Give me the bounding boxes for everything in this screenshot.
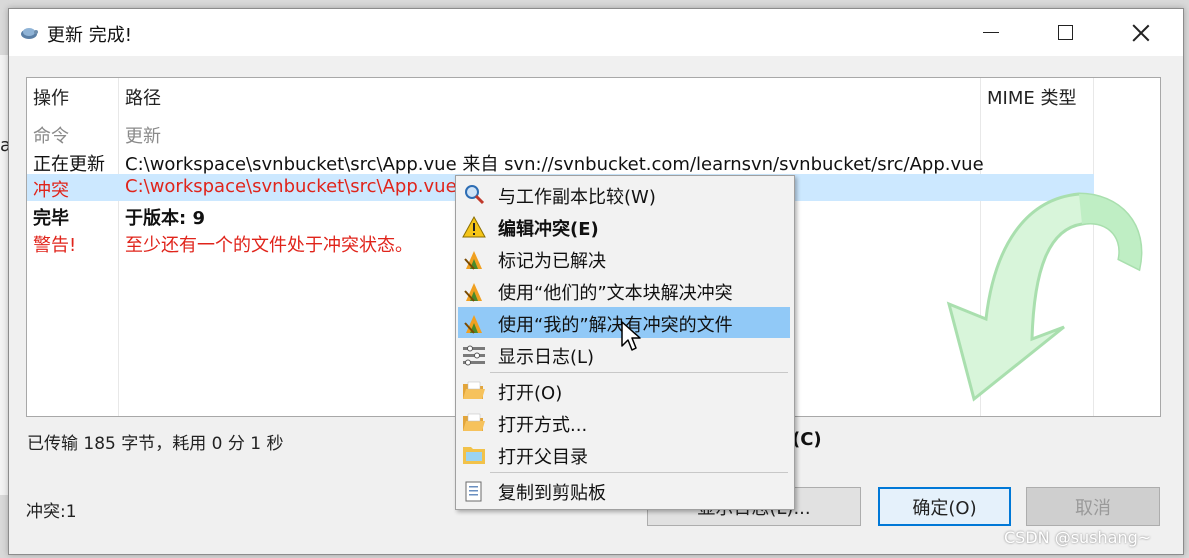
mouse-cursor-icon	[621, 321, 641, 351]
close-button[interactable]	[1116, 9, 1166, 56]
row-op: 正在更新	[33, 154, 105, 175]
row-path: 于版本: 9	[125, 208, 205, 229]
magnifier-icon	[465, 185, 485, 205]
column-header-op[interactable]: 操作	[33, 84, 69, 110]
row-path: C:\workspace\svnbucket\src\App.vue 来自 sv…	[125, 154, 984, 175]
menu-item-compare[interactable]: 与工作副本比较(W)	[458, 179, 790, 210]
maximize-icon	[1057, 25, 1073, 40]
menu-item-edit-conflict[interactable]: 编辑冲突(E)	[458, 211, 790, 242]
menu-separator	[490, 472, 788, 473]
menu-item-copy-clipboard[interactable]: 复制到剪贴板	[458, 475, 790, 506]
menu-item-resolve-theirs[interactable]: 使用“他们的”文本块解决冲突	[458, 275, 790, 306]
folder-open-icon	[463, 381, 485, 399]
hidden-checkbox-label: (C)	[792, 429, 822, 450]
tortoise-resolve-icon	[464, 283, 482, 302]
row-op: 命令	[33, 126, 69, 147]
menu-item-open-with[interactable]: 打开方式...	[458, 407, 790, 438]
row-path: 至少还有一个的文件处于冲突状态。	[125, 235, 413, 256]
minimize-button[interactable]	[966, 9, 1016, 56]
ok-button[interactable]: 确定(O)	[878, 487, 1011, 526]
menu-item-mark-resolved[interactable]: 标记为已解决	[458, 243, 790, 274]
update-arrow-icon	[946, 192, 1143, 402]
title-bar: 更新 完成!	[9, 9, 1183, 56]
menu-separator	[490, 372, 788, 373]
clipboard-icon	[465, 481, 482, 502]
tortoise-resolve-icon	[464, 315, 482, 334]
conflict-count: 冲突:1	[26, 502, 77, 522]
row-path: 更新	[125, 126, 161, 147]
maximize-button[interactable]	[1040, 9, 1090, 56]
warning-icon	[462, 215, 486, 238]
row-op: 警告!	[33, 235, 77, 256]
close-icon	[1132, 24, 1150, 42]
row-path: C:\workspace\svnbucket\src\App.vue	[125, 176, 457, 197]
row-op: 冲突	[33, 180, 69, 201]
transfer-status: 已传输 185 字节，耗用 0 分 1 秒	[27, 434, 284, 454]
column-header-path[interactable]: 路径	[125, 84, 161, 110]
row-op: 完毕	[33, 208, 69, 229]
cancel-button[interactable]: 取消	[1026, 487, 1160, 526]
menu-item-open[interactable]: 打开(O)	[458, 375, 790, 406]
folder-open-icon	[463, 413, 485, 431]
tortoise-app-icon	[21, 28, 38, 39]
menu-item-open-parent[interactable]: 打开父目录	[458, 439, 790, 470]
folder-icon	[463, 447, 485, 464]
log-icon	[463, 345, 485, 366]
window-title: 更新 完成!	[47, 25, 132, 46]
watermark: CSDN @sushang~	[1004, 528, 1152, 547]
minimize-icon	[983, 32, 999, 33]
column-header-mime[interactable]: MIME 类型	[987, 84, 1076, 110]
tortoise-resolve-icon	[464, 251, 482, 270]
